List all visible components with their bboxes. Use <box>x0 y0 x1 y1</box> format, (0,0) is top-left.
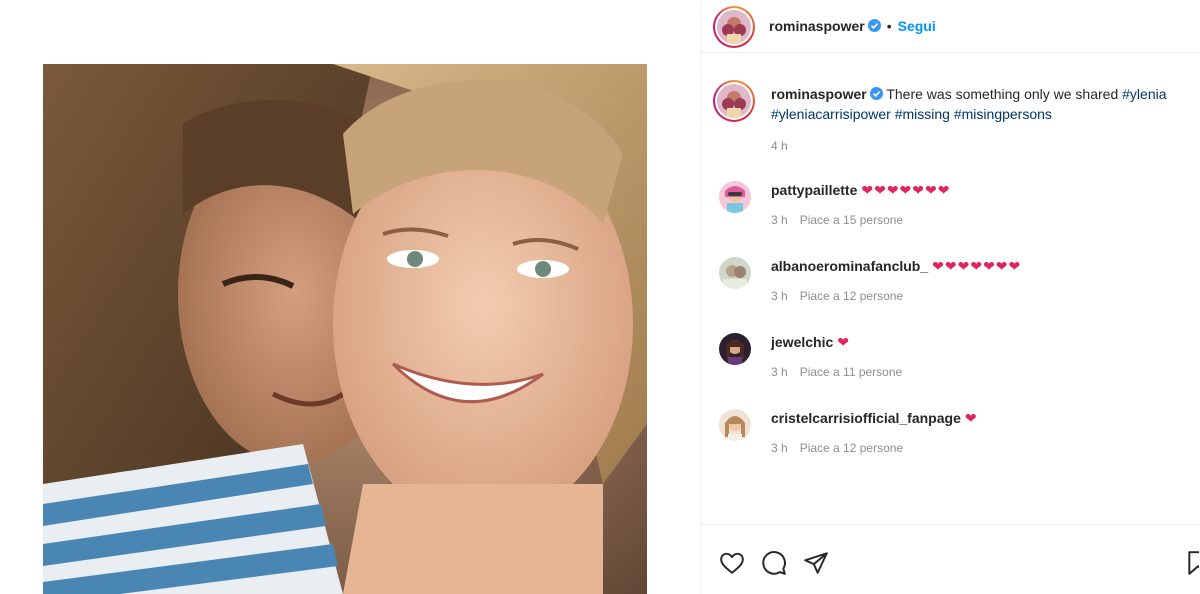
hashtag-link[interactable]: #yleniacarrisipower <box>771 106 891 122</box>
hashtag-link[interactable]: #missing <box>895 106 950 122</box>
post-side-panel: rominaspower • Segui rominaspower There wa… <box>701 0 1200 594</box>
post-caption: rominaspower There was something only we… <box>771 84 1181 124</box>
comment-hearts: ❤ <box>837 334 850 350</box>
post-photo[interactable] <box>43 64 647 594</box>
verified-badge-icon <box>869 85 883 100</box>
comment-time[interactable]: 3 h <box>771 365 788 379</box>
comment-hearts: ❤❤❤❤❤❤❤ <box>861 182 951 198</box>
comment-body: jewelchic ❤ <box>771 333 850 351</box>
comment-meta: 3 h Piace a 15 persone <box>771 213 903 227</box>
comment-meta: 3 h Piace a 12 persone <box>771 441 903 455</box>
verified-badge-icon <box>867 19 881 32</box>
comment-avatar[interactable] <box>719 409 751 441</box>
caption-avatar[interactable] <box>713 80 755 122</box>
comment-likes[interactable]: Piace a 12 persone <box>800 289 903 303</box>
comment-likes[interactable]: Piace a 11 persone <box>800 365 903 379</box>
comment-username[interactable]: jewelchic <box>771 334 833 350</box>
heart-outline-icon[interactable] <box>719 550 745 576</box>
comment-item: albanoerominafanclub_ ❤❤❤❤❤❤❤ 3 h Piace a … <box>719 257 1179 317</box>
paper-plane-icon[interactable] <box>803 550 829 576</box>
comment-time[interactable]: 3 h <box>771 213 788 227</box>
post-media-panel <box>0 0 700 594</box>
comment-bubble-icon[interactable] <box>761 550 787 576</box>
post-header: rominaspower • Segui <box>701 0 1200 53</box>
comment-avatar[interactable] <box>719 333 751 365</box>
comment-username[interactable]: albanoerominafanclub_ <box>771 258 928 274</box>
comment-time[interactable]: 3 h <box>771 289 788 303</box>
author-avatar[interactable] <box>713 6 755 48</box>
comment-avatar[interactable] <box>719 181 751 213</box>
comment-item: jewelchic ❤ 3 h Piace a 11 persone <box>719 333 1179 393</box>
comment-hearts: ❤❤❤❤❤❤❤ <box>932 258 1022 274</box>
comment-avatar[interactable] <box>719 257 751 289</box>
header-separator: • <box>886 18 892 34</box>
author-username[interactable]: rominaspower <box>769 18 865 34</box>
caption-username[interactable]: rominaspower <box>771 86 867 102</box>
post-timestamp[interactable]: 4 h <box>771 139 788 153</box>
comment-item: pattypaillette ❤❤❤❤❤❤❤ 3 h Piace a 15 pers… <box>719 181 1179 241</box>
comment-body: albanoerominafanclub_ ❤❤❤❤❤❤❤ <box>771 257 1021 275</box>
comment-item: cristelcarrisiofficial_fanpage ❤ 3 h Piace… <box>719 409 1179 469</box>
comment-meta: 3 h Piace a 12 persone <box>771 289 903 303</box>
caption-text: There was something only we shared <box>886 86 1119 102</box>
comment-username[interactable]: pattypaillette <box>771 182 857 198</box>
header-line: rominaspower • Segui <box>769 18 936 34</box>
actions-divider <box>701 524 1200 525</box>
follow-button[interactable]: Segui <box>898 18 936 34</box>
post-actions <box>719 550 1199 580</box>
bookmark-icon[interactable] <box>1185 550 1199 576</box>
comment-body: pattypaillette ❤❤❤❤❤❤❤ <box>771 181 950 199</box>
comment-body: cristelcarrisiofficial_fanpage ❤ <box>771 409 978 427</box>
comment-username[interactable]: cristelcarrisiofficial_fanpage <box>771 410 961 426</box>
comment-meta: 3 h Piace a 11 persone <box>771 365 902 379</box>
comment-likes[interactable]: Piace a 12 persone <box>800 441 903 455</box>
comment-likes[interactable]: Piace a 15 persone <box>800 213 903 227</box>
comment-hearts: ❤ <box>964 410 978 426</box>
hashtag-link[interactable]: #misingpersons <box>954 106 1052 122</box>
hashtag-link[interactable]: #ylenia <box>1122 86 1166 102</box>
comment-time[interactable]: 3 h <box>771 441 788 455</box>
